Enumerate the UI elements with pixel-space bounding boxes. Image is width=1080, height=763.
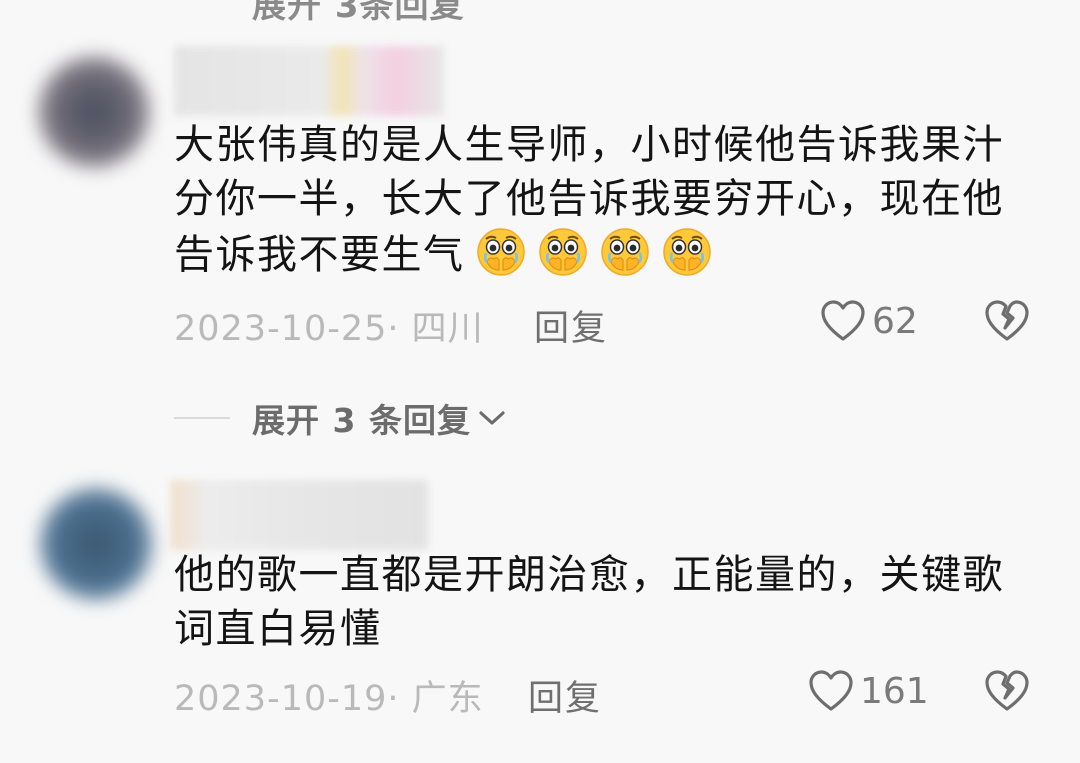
expand-replies-label: 展开 3 条回复 [252,401,471,440]
comment-text: 他的歌一直都是开朗治愈，正能量的，关键歌词直白易懂 [174,552,1004,652]
like-button[interactable]: 62 [820,294,918,348]
holding-back-tears-emoji [475,226,527,278]
expand-replies-toggle-partial[interactable]: 展开 3条回复 [252,0,465,27]
emoji-row [465,228,713,278]
reply-button[interactable]: 回复 [528,670,602,721]
broken-heart-icon[interactable] [984,298,1030,344]
divider-line [174,417,230,419]
chevron-down-icon [479,411,505,425]
like-button[interactable]: 161 [808,664,929,718]
username-blurred[interactable] [174,46,444,116]
holding-back-tears-emoji [661,226,713,278]
like-count: 62 [872,300,918,342]
broken-heart-icon[interactable] [984,668,1030,714]
expand-replies-toggle[interactable]: 展开 3 条回复 [174,392,507,444]
holding-back-tears-emoji [537,226,589,278]
reply-button[interactable]: 回复 [534,300,608,351]
heart-icon [809,670,853,711]
avatar[interactable] [38,56,150,168]
date-location: 2023-10-25· 四川 [174,309,484,349]
comment-text: 大张伟真的是人生导师，小时候他告诉我果汁分你一半，长大了他告诉我要穷开心，现在他… [174,118,1024,282]
comment-meta: 2023-10-25· 四川 回复 62 [174,294,1040,351]
like-count: 161 [860,670,929,712]
username-blurred[interactable] [170,480,428,550]
holding-back-tears-emoji [599,226,651,278]
avatar[interactable] [40,488,152,600]
comment-meta: 2023-10-19· 广东 回复 161 [174,664,1040,721]
date-location: 2023-10-19· 广东 [174,679,484,719]
comment-list: 展开 3条回复 大张伟真的是人生导师，小时候他告诉我果汁分你一半，长大了他告诉我… [0,0,1080,763]
heart-icon [821,300,865,341]
